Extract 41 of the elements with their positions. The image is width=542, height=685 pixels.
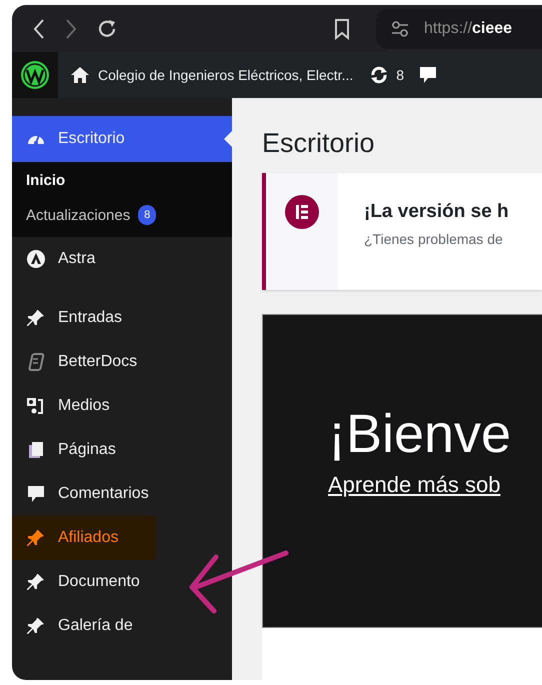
menu-item[interactable]: Galería de	[12, 604, 232, 648]
menu-item[interactable]: Comentarios	[12, 472, 232, 516]
logo-icon	[26, 249, 46, 269]
speech-bubble-icon[interactable]	[418, 65, 438, 85]
updates-count[interactable]: 8	[396, 67, 404, 83]
home-icon[interactable]	[70, 65, 90, 85]
logo-icon[interactable]	[20, 60, 50, 90]
menu-item[interactable]: Entradas	[12, 296, 232, 340]
pin-icon	[26, 572, 46, 592]
menu-item[interactable]: Medios	[12, 384, 232, 428]
submenu-item[interactable]: Inicio	[26, 172, 66, 189]
menu-item[interactable]: Astra	[12, 237, 232, 281]
pin-icon	[26, 308, 46, 328]
document-icon	[26, 352, 46, 372]
pin-icon	[26, 528, 46, 548]
pin-icon	[26, 616, 46, 636]
site-title-link[interactable]: Colegio de Ingenieros Eléctricos, Electr...	[98, 67, 354, 83]
learn-more-link[interactable]: Aprende más sob	[328, 472, 500, 498]
page-title: Escritorio	[262, 128, 376, 159]
logo-icon	[285, 195, 319, 229]
welcome-heading: ¡Bienve	[328, 405, 512, 464]
count-badge: 8	[138, 205, 156, 225]
back-button[interactable]	[32, 18, 46, 40]
menu-item[interactable]: BetterDocs	[12, 340, 232, 384]
url-host: cieee	[472, 20, 512, 38]
address-bar[interactable]: https://cieee	[376, 8, 542, 48]
bookmark-button[interactable]	[334, 18, 350, 40]
menu-item[interactable]: Páginas	[12, 428, 232, 472]
url-scheme: https://	[424, 20, 472, 38]
updates-icon[interactable]	[369, 65, 390, 85]
speech-bubble-icon	[26, 484, 46, 504]
menu-item[interactable]: Escritorio	[12, 116, 232, 162]
pages-icon	[26, 440, 46, 460]
notice-title: ¡La versión se h	[364, 201, 509, 223]
site-settings-icon[interactable]	[390, 20, 410, 38]
media-icon	[26, 396, 46, 416]
menu-item[interactable]: Documento	[12, 560, 232, 604]
menu-item[interactable]: Afiliados	[12, 516, 156, 560]
submenu-item[interactable]: Actualizaciones	[26, 206, 130, 224]
notice-text: ¿Tienes problemas de	[364, 231, 504, 247]
reload-button[interactable]	[96, 18, 118, 40]
